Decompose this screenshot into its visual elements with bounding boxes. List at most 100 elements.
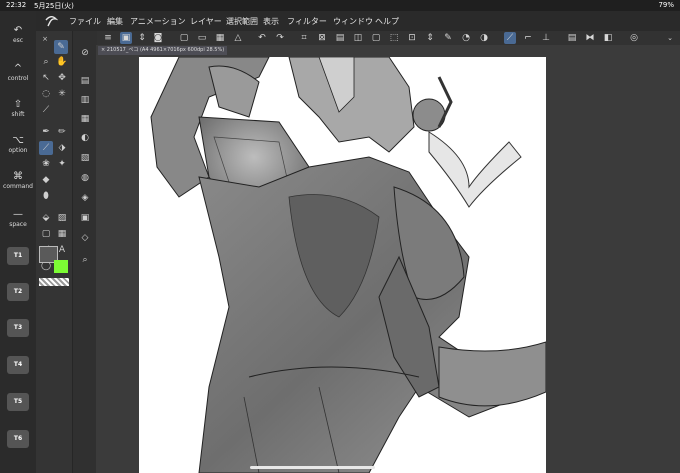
approximate-color-icon[interactable]: ◈ [78, 191, 92, 205]
invert-selection-icon[interactable]: ⊡ [406, 32, 418, 44]
zoom-icon[interactable]: ⌕ [39, 55, 53, 69]
crop-icon[interactable]: ⌗ [298, 32, 310, 44]
color-wheel-icon[interactable]: ◐ [78, 131, 92, 145]
status-bar: 22:32 5月25日(火) 79% [0, 0, 680, 11]
stepper-icon[interactable]: ⇕ [136, 32, 148, 44]
export-icon[interactable]: △ [232, 32, 244, 44]
menu-selection[interactable]: 選択範囲 [226, 16, 258, 27]
search-layer-icon[interactable]: ⌕ [78, 253, 92, 267]
transform-icon[interactable]: ◫ [352, 32, 364, 44]
option-key[interactable]: ⌥ option [3, 135, 33, 154]
t1-key[interactable]: T1 [7, 247, 29, 265]
flip-icon[interactable]: ⧓ [584, 32, 596, 44]
fill-icon[interactable]: ⬙ [39, 211, 53, 225]
control-icon: ^ [13, 63, 23, 74]
airbrush-icon[interactable]: ⬗ [55, 141, 69, 155]
correction-icon[interactable]: ⌐ [522, 32, 534, 44]
menu-layer[interactable]: レイヤー [190, 16, 222, 27]
gradient-tool-icon[interactable]: ▨ [55, 211, 69, 225]
hand-icon[interactable]: ✋ [55, 55, 69, 69]
clear-icon[interactable]: ⊠ [316, 32, 328, 44]
undo-icon[interactable]: ↶ [256, 32, 268, 44]
blend-icon[interactable]: ⬮ [39, 189, 53, 203]
undo-icon: ↶ [13, 25, 23, 36]
t2-key[interactable]: T2 [7, 283, 29, 301]
menu-animation[interactable]: アニメーション [130, 16, 186, 27]
transparent-color-swatch[interactable] [39, 278, 69, 286]
stepper-icon[interactable]: ⇕ [424, 32, 436, 44]
sub-color-swatch[interactable] [54, 260, 68, 273]
gradient-icon[interactable]: ◑ [478, 32, 490, 44]
bucket-icon[interactable]: ◔ [460, 32, 472, 44]
space-key[interactable]: — space [3, 209, 33, 228]
close-icon[interactable]: × [38, 32, 52, 46]
special-ruler-icon[interactable]: ⊥ [540, 32, 552, 44]
fill-layer-icon[interactable]: ▤ [334, 32, 346, 44]
t4-key[interactable]: T4 [7, 356, 29, 374]
reference-icon[interactable]: ◧ [602, 32, 614, 44]
app-logo-icon[interactable] [44, 14, 58, 28]
brush-icon[interactable]: ✎ [442, 32, 454, 44]
selection-icon[interactable]: ⬚ [388, 32, 400, 44]
esc-key[interactable]: ↶ esc [3, 25, 33, 44]
camera-icon[interactable]: ◙ [152, 32, 164, 44]
shift-key[interactable]: ⇧ shift [3, 99, 33, 118]
pen-tool-icon[interactable]: ✎ [54, 40, 68, 54]
pen-icon[interactable]: ✒ [39, 125, 53, 139]
color-set-icon[interactable]: ▧ [78, 151, 92, 165]
layer-panel-icon[interactable]: ▤ [566, 32, 578, 44]
artwork-illustration [150, 57, 546, 473]
menu-window[interactable]: ウィンドウ [333, 16, 373, 27]
figure-icon[interactable]: ▢ [39, 227, 53, 241]
home-indicator[interactable] [250, 466, 375, 469]
pencil-icon[interactable]: ✏ [55, 125, 69, 139]
layer-move-icon[interactable]: ▣ [120, 32, 132, 44]
eraser-icon[interactable]: ◆ [39, 173, 53, 187]
document-tab[interactable]: × 210517_ペコ (A4 4961×7016px 600dpi 28.5%… [98, 46, 228, 55]
open-folder-icon[interactable]: ▭ [196, 32, 208, 44]
battery-level: 79% [658, 1, 674, 9]
tool-property-icon[interactable]: ▦ [78, 112, 92, 126]
companion-icon[interactable]: ◎ [628, 32, 640, 44]
redo-icon[interactable]: ↷ [274, 32, 286, 44]
material-icon[interactable]: ▣ [78, 211, 92, 225]
brush-tool-icon[interactable]: ⟋ [39, 141, 53, 155]
space-icon: — [13, 209, 23, 220]
frame-icon[interactable]: ▦ [55, 227, 69, 241]
hamburger-icon[interactable]: ≡ [102, 32, 114, 44]
sub-palette-bar: ⊘ ▤ ▥ ▦ ◐ ▧ ◍ ◈ ▣ ◇ ⌕ [72, 31, 97, 473]
new-file-icon[interactable]: ▢ [178, 32, 190, 44]
command-icon: ⌘ [13, 171, 23, 182]
command-key[interactable]: ⌘ command [3, 171, 33, 190]
intermediate-color-icon[interactable]: ◍ [78, 171, 92, 185]
menu-view[interactable]: 表示 [263, 16, 279, 27]
decoration-icon[interactable]: ❀ [39, 157, 53, 171]
shift-icon: ⇧ [13, 99, 23, 110]
sub-tool-icon[interactable]: ▤ [78, 74, 92, 88]
drawing-canvas[interactable] [139, 57, 546, 473]
lasso-icon[interactable]: ◌ [39, 87, 53, 101]
move-icon[interactable]: ✥ [55, 71, 69, 85]
navigator-icon[interactable]: ⊘ [78, 46, 92, 60]
menu-edit[interactable]: 編集 [107, 16, 123, 27]
tool-palette: × ✎ ⌕ ✋ ↖ ✥ ◌ ✳ ⟋ ✒ ✏ ⟋ ⬗ ❀ ✦ ◆ ⬮ ⬙ ▨ ▢ … [36, 31, 72, 473]
option-icon: ⌥ [12, 135, 24, 146]
t3-key[interactable]: T3 [7, 319, 29, 337]
deselect-icon[interactable]: ▢ [370, 32, 382, 44]
eyedropper-icon[interactable]: ⟋ [39, 103, 53, 117]
chevron-down-icon[interactable]: ⌄ [664, 32, 676, 44]
layer-icon[interactable]: ◇ [78, 231, 92, 245]
t5-key[interactable]: T5 [7, 393, 29, 411]
ruler-snap-icon[interactable]: ⟋ [504, 32, 516, 44]
sparkle-icon[interactable]: ✦ [55, 157, 69, 171]
t6-key[interactable]: T6 [7, 430, 29, 448]
control-key[interactable]: ^ control [3, 63, 33, 82]
edge-keyboard-panel: ↶ esc ^ control ⇧ shift ⌥ option ⌘ command — s… [0, 11, 36, 473]
save-icon[interactable]: ▦ [214, 32, 226, 44]
brush-size-icon[interactable]: ▥ [78, 93, 92, 107]
menu-filter[interactable]: フィルター [287, 16, 327, 27]
magic-wand-icon[interactable]: ✳ [55, 87, 69, 101]
menu-file[interactable]: ファイル [69, 16, 101, 27]
menu-help[interactable]: ヘルプ [375, 16, 399, 27]
operation-icon[interactable]: ↖ [39, 71, 53, 85]
